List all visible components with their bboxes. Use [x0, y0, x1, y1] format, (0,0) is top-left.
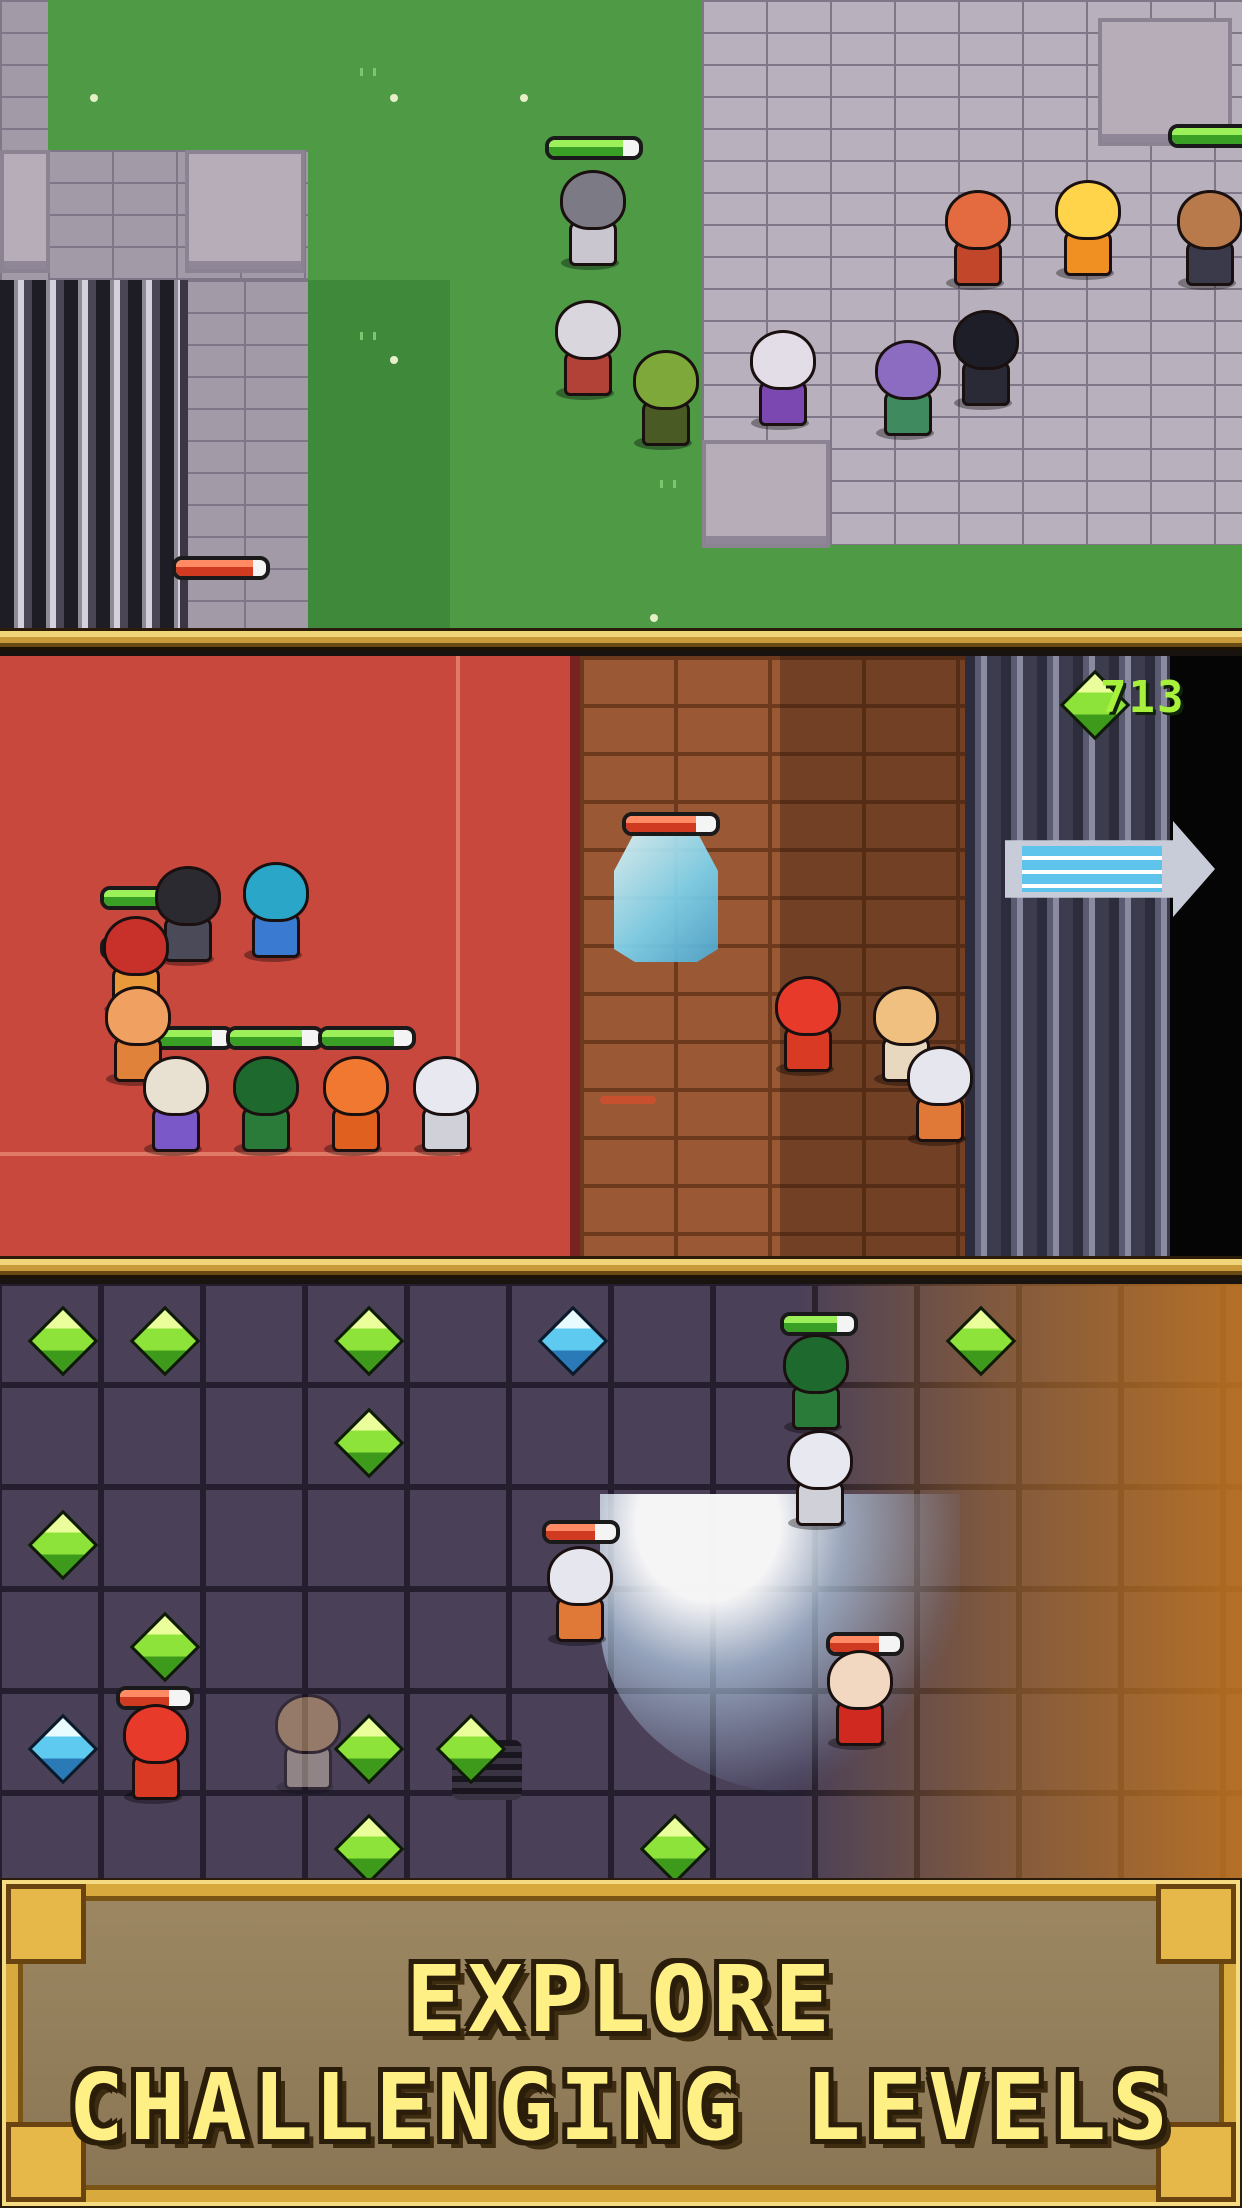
sword-slash-effect	[600, 1494, 960, 1794]
fox-sprite[interactable]	[318, 1056, 389, 1156]
horned-demon-sprite[interactable]	[940, 190, 1011, 290]
ally-health-bar	[318, 1026, 416, 1050]
green-gem-icon[interactable]	[639, 1813, 711, 1878]
valkyrie-sprite[interactable]	[138, 1056, 209, 1156]
blue-gem-icon[interactable]	[537, 1305, 609, 1377]
arrow-projectile	[600, 1096, 656, 1104]
frozen-ice-crystal[interactable]	[614, 832, 718, 962]
gunner-sprite[interactable]	[1172, 190, 1242, 290]
grass-tuft	[360, 332, 376, 340]
grass-flower	[390, 356, 398, 364]
knight-sprite[interactable]	[555, 170, 626, 270]
steel-wall	[965, 656, 1170, 1256]
grass-flower	[650, 614, 658, 622]
armored-hero-sprite[interactable]	[550, 300, 621, 400]
green-gem-icon[interactable]	[333, 1407, 405, 1479]
silver-knight-sprite[interactable]	[408, 1056, 479, 1156]
ally-health-bar	[545, 136, 643, 160]
banner-title-line1: EXPLORE	[406, 1946, 836, 2053]
stone-stairs	[0, 280, 188, 628]
grass-tuft	[360, 68, 376, 76]
stone-block	[0, 150, 50, 273]
elf-archer-sprite[interactable]	[870, 340, 941, 440]
stunned-red-enemy-sprite[interactable]	[822, 1650, 893, 1750]
enemy-health-bar	[542, 1520, 620, 1544]
winged-helm-warrior-sprite[interactable]	[902, 1046, 973, 1146]
gem-counter: 713	[1100, 672, 1186, 723]
green-gem-icon[interactable]	[27, 1509, 99, 1581]
panel-divider	[0, 1256, 1242, 1278]
dungeon-tile-scene	[0, 1284, 1242, 1878]
panel-divider	[0, 628, 1242, 650]
silver-knight-sprite[interactable]	[782, 1430, 853, 1530]
hooded-ranger-sprite[interactable]	[778, 1334, 849, 1434]
arrow-sign-glass	[1022, 846, 1162, 892]
banner-title-line2: CHALLENGING LEVELS	[68, 2054, 1174, 2161]
ally-health-bar	[780, 1312, 858, 1336]
purple-paladin-sprite[interactable]	[745, 330, 816, 430]
blue-haired-mage-sprite[interactable]	[238, 862, 309, 962]
green-gem-icon[interactable]	[27, 1305, 99, 1377]
fire-elemental-sprite[interactable]	[1050, 180, 1121, 280]
grass-flower	[520, 94, 528, 102]
stone-block	[702, 440, 830, 548]
red-wizard-sprite[interactable]	[770, 976, 841, 1076]
orc-warrior-sprite[interactable]	[628, 350, 699, 450]
stone-block	[185, 150, 305, 273]
grass-castle-scene	[0, 0, 1242, 628]
green-gem-icon[interactable]	[333, 1713, 405, 1785]
screen-edge	[1170, 656, 1242, 1256]
green-gem-icon[interactable]	[129, 1611, 201, 1683]
grass-tuft	[660, 480, 676, 488]
blue-gem-icon[interactable]	[27, 1713, 99, 1785]
ally-health-bar	[226, 1026, 324, 1050]
hooded-ranger-sprite[interactable]	[228, 1056, 299, 1156]
wall-shadow	[780, 656, 970, 1256]
enemy-health-bar	[1168, 124, 1242, 148]
green-gem-icon[interactable]	[129, 1305, 201, 1377]
rogue-sprite[interactable]	[948, 310, 1019, 410]
carpet-brick-scene: 713	[0, 656, 1242, 1256]
ghost-priestess-sprite[interactable]	[270, 1694, 341, 1794]
promo-banner: EXPLORE CHALLENGING LEVELS	[0, 1878, 1242, 2208]
crystal-health-bar	[622, 812, 720, 836]
green-gem-icon[interactable]	[333, 1813, 405, 1878]
grass-flower	[90, 94, 98, 102]
grass-flower	[390, 94, 398, 102]
enemy-health-bar	[172, 556, 270, 580]
stunned-red-wizard-sprite[interactable]	[118, 1704, 189, 1804]
winged-helm-enemy-sprite[interactable]	[542, 1546, 613, 1646]
green-gem-icon[interactable]	[333, 1305, 405, 1377]
